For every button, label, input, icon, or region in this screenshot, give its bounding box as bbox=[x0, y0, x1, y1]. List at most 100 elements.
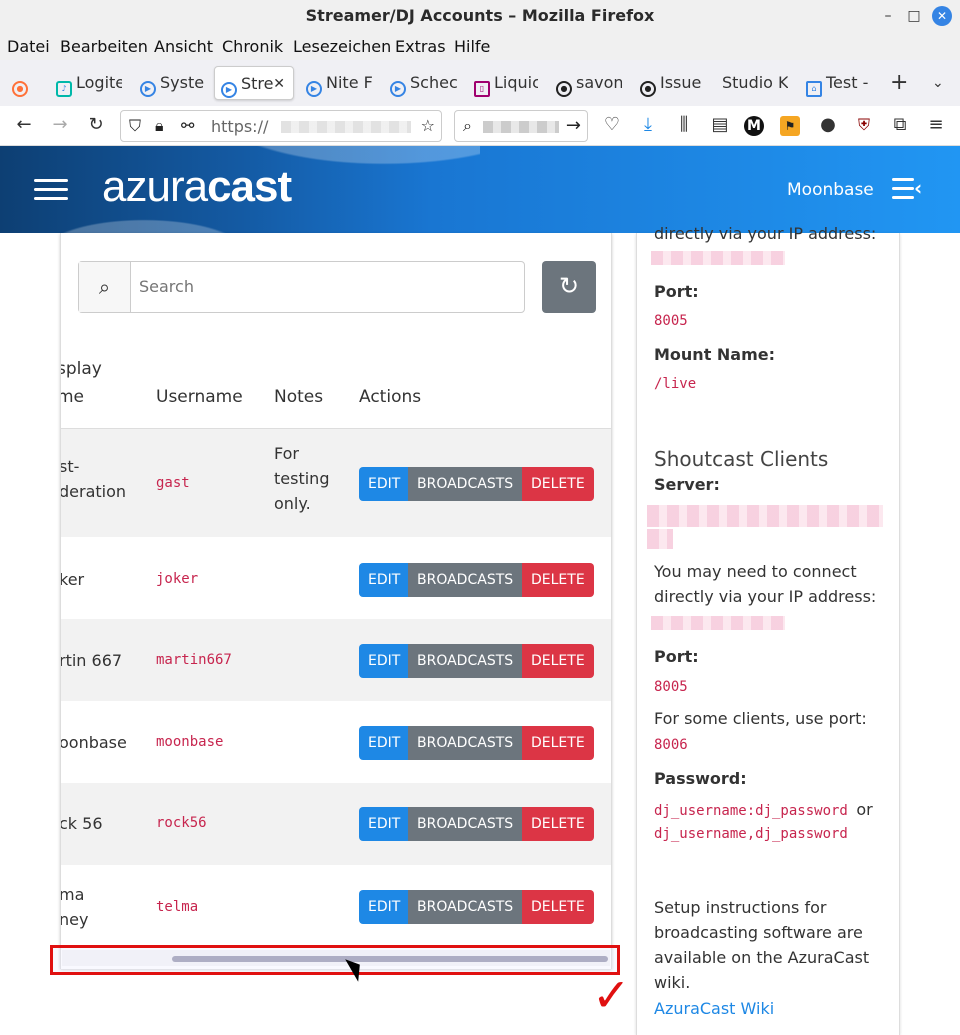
edit-button[interactable]: EDIT bbox=[359, 726, 408, 760]
table-search: ⌕ bbox=[78, 261, 525, 313]
pocket-icon[interactable]: ♡ bbox=[600, 114, 624, 136]
tab-label: Nite F bbox=[326, 73, 373, 92]
cell-line: ney bbox=[60, 910, 89, 929]
close-icon[interactable]: ✕ bbox=[932, 6, 952, 26]
alt-port-note: For some clients, use port: bbox=[654, 709, 867, 728]
table-row: st-deration gast For testing only. EDIT BR… bbox=[60, 429, 611, 537]
github-icon: ● bbox=[556, 81, 572, 97]
menu-ansicht[interactable]: Ansicht bbox=[154, 37, 213, 56]
tab-test[interactable]: ⌂ Test - bbox=[800, 66, 872, 100]
cell-line: st- bbox=[60, 457, 80, 476]
station-name[interactable]: Moonbase bbox=[787, 180, 874, 200]
column-header-username[interactable]: Username bbox=[156, 387, 243, 407]
menu-extras[interactable]: Extras bbox=[395, 37, 446, 56]
menu-datei[interactable]: Datei bbox=[7, 37, 50, 56]
menu-chronik[interactable]: Chronik bbox=[222, 37, 283, 56]
logo-light: azura bbox=[102, 162, 208, 211]
username-cell: joker bbox=[156, 571, 199, 587]
password-label: Password: bbox=[654, 769, 747, 788]
search-icon: ⌕ bbox=[79, 262, 131, 312]
tab-schedule[interactable]: ▶ Schec bbox=[384, 66, 458, 100]
actions-group: EDIT BROADCASTS DELETE bbox=[359, 644, 594, 678]
cell-line: deration bbox=[60, 482, 127, 501]
username-cell: telma bbox=[156, 899, 199, 915]
refresh-button[interactable]: ↻ bbox=[542, 261, 596, 313]
cell-line: ma bbox=[60, 885, 85, 904]
reload-icon[interactable]: ↻ bbox=[84, 114, 108, 136]
permissions-icon[interactable]: ⚯ bbox=[181, 116, 194, 135]
menu-bearbeiten[interactable]: Bearbeiten bbox=[60, 37, 148, 56]
firefox-view-icon[interactable]: ● bbox=[4, 66, 38, 100]
tab-close-icon[interactable]: ✕ bbox=[273, 67, 285, 99]
table-row: oonbase moonbase EDIT BROADCASTS DELETE bbox=[61, 701, 611, 783]
extension-balls-icon[interactable]: ● bbox=[816, 114, 840, 136]
play-icon: ▶ bbox=[390, 81, 406, 97]
column-header-display-name-line2[interactable]: me bbox=[61, 387, 84, 407]
tab-studio[interactable]: Studio K bbox=[716, 66, 788, 100]
hamburger-menu-icon[interactable] bbox=[34, 179, 68, 201]
tab-savon[interactable]: ● savon bbox=[550, 66, 622, 100]
azuracast-wiki-link[interactable]: AzuraCast Wiki bbox=[654, 996, 774, 1021]
ublock-icon[interactable]: ⛨ bbox=[852, 114, 876, 136]
port2-value: 8005 bbox=[654, 679, 688, 695]
delete-button[interactable]: DELETE bbox=[522, 890, 594, 924]
broadcasts-button[interactable]: BROADCASTS bbox=[408, 726, 522, 760]
tab-system[interactable]: ▶ Syste bbox=[134, 66, 206, 100]
home-icon: ⌂ bbox=[806, 81, 822, 97]
tab-label: Stre bbox=[241, 74, 274, 93]
delete-button[interactable]: DELETE bbox=[522, 807, 594, 841]
broadcasts-button[interactable]: BROADCASTS bbox=[408, 467, 522, 501]
extensions-icon[interactable]: ⧉ bbox=[888, 114, 912, 136]
bookmark-star-icon[interactable]: ☆ bbox=[421, 116, 435, 135]
library-icon[interactable]: ⫼ bbox=[672, 114, 696, 136]
actions-group: EDIT BROADCASTS DELETE bbox=[359, 726, 594, 760]
tab-issues[interactable]: ● Issue bbox=[634, 66, 706, 100]
extension-icon[interactable]: ⚑ bbox=[780, 116, 800, 136]
edit-button[interactable]: EDIT bbox=[359, 890, 408, 924]
extension-m-icon[interactable]: M bbox=[744, 116, 764, 136]
column-header-display-name[interactable]: splay bbox=[61, 359, 102, 379]
redacted-server bbox=[647, 505, 883, 527]
setup-instructions: Setup instructions for broadcasting softw… bbox=[654, 895, 894, 995]
column-header-notes[interactable]: Notes bbox=[274, 387, 323, 407]
menu-hilfe[interactable]: Hilfe bbox=[454, 37, 490, 56]
tab-logitech[interactable]: ♪ Logite bbox=[50, 66, 122, 100]
delete-button[interactable]: DELETE bbox=[522, 726, 594, 760]
delete-button[interactable]: DELETE bbox=[522, 467, 594, 501]
minimize-icon[interactable]: – bbox=[878, 6, 898, 26]
app-menu-icon[interactable]: ≡ bbox=[924, 114, 948, 136]
forward-icon[interactable]: → bbox=[48, 114, 72, 136]
broadcasts-button[interactable]: BROADCASTS bbox=[408, 807, 522, 841]
lock-icon[interactable]: 🔒︎ bbox=[155, 116, 164, 136]
broadcasts-button[interactable]: BROADCASTS bbox=[408, 890, 522, 924]
or-text: or bbox=[856, 800, 873, 819]
menu-lesezeichen[interactable]: Lesezeichen bbox=[293, 37, 391, 56]
delete-button[interactable]: DELETE bbox=[522, 563, 594, 597]
edit-button[interactable]: EDIT bbox=[359, 644, 408, 678]
cell-line: testing bbox=[274, 469, 330, 488]
go-arrow-icon[interactable]: → bbox=[566, 115, 581, 136]
search-input[interactable] bbox=[139, 277, 499, 296]
tab-nite[interactable]: ▶ Nite F bbox=[300, 66, 376, 100]
delete-button[interactable]: DELETE bbox=[522, 644, 594, 678]
shield-icon[interactable]: ⛉ bbox=[129, 116, 141, 136]
broadcasts-button[interactable]: BROADCASTS bbox=[408, 644, 522, 678]
downloads-icon[interactable]: ⤓ bbox=[636, 114, 660, 136]
azuracast-logo[interactable]: azuracast bbox=[102, 162, 292, 212]
sidebar-toggle-icon[interactable]: ‹ bbox=[892, 176, 926, 200]
new-tab-icon[interactable]: + bbox=[884, 66, 914, 100]
back-icon[interactable]: ← bbox=[12, 114, 36, 136]
broadcasts-button[interactable]: BROADCASTS bbox=[408, 563, 522, 597]
url-bar[interactable]: ⛉ 🔒︎ ⚯ https:// ☆ bbox=[120, 110, 442, 142]
maximize-icon[interactable]: □ bbox=[904, 6, 924, 26]
edit-button[interactable]: EDIT bbox=[359, 563, 408, 597]
tab-streamer-active[interactable]: ▶ Stre ✕ bbox=[214, 66, 294, 100]
edit-button[interactable]: EDIT bbox=[359, 467, 408, 501]
reader-icon[interactable]: ▤ bbox=[708, 114, 732, 136]
search-bar[interactable]: ⌕ → bbox=[454, 110, 588, 142]
chevron-down-icon[interactable]: ⌄ bbox=[926, 66, 956, 100]
tab-liquidsoap[interactable]: ▯ Liquic bbox=[468, 66, 538, 100]
tab-favicon-icon: ♪ bbox=[56, 81, 72, 97]
edit-button[interactable]: EDIT bbox=[359, 807, 408, 841]
username-cell: gast bbox=[156, 475, 190, 491]
